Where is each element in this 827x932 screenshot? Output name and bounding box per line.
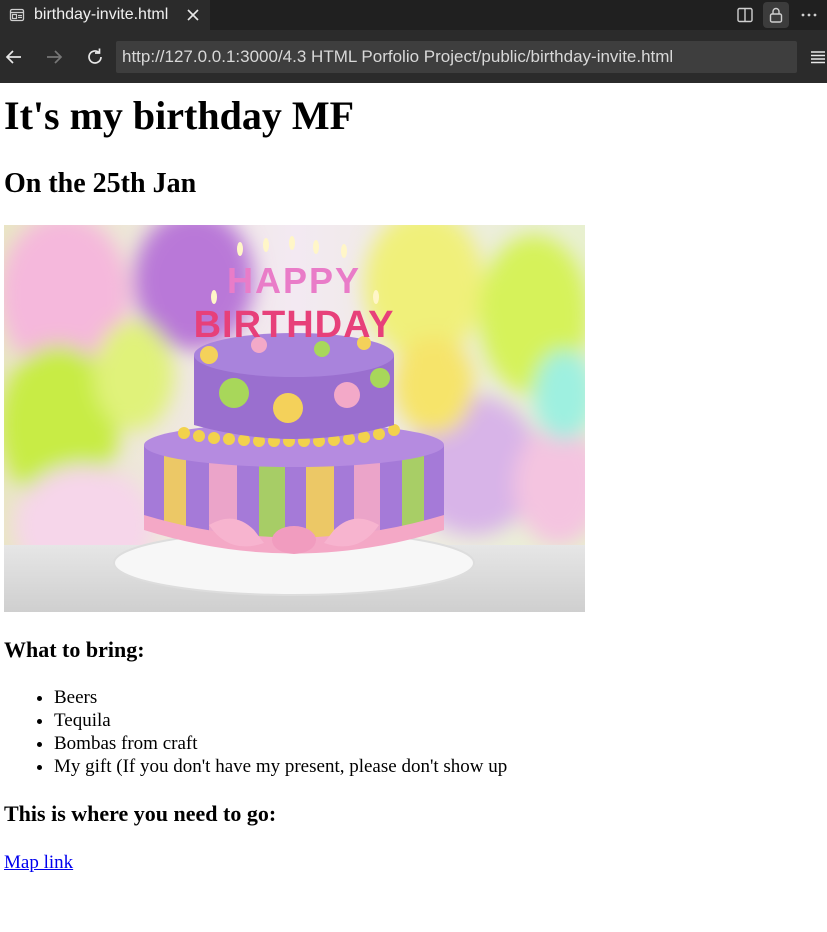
more-icon[interactable] xyxy=(796,2,822,28)
close-icon[interactable] xyxy=(183,5,203,25)
where-to-go-heading: This is where you need to go: xyxy=(4,801,277,826)
list-item: Beers xyxy=(54,686,507,709)
back-arrow-icon[interactable] xyxy=(1,44,27,70)
svg-text:BIRTHDAY: BIRTHDAY xyxy=(194,304,395,346)
split-view-icon[interactable] xyxy=(732,2,758,28)
list-item: Bombas from craft xyxy=(54,732,507,755)
lock-icon[interactable] xyxy=(763,2,789,28)
birthday-cake-image: HAPPY BIRTHDAY xyxy=(4,225,585,612)
page-icon xyxy=(8,6,26,24)
list-item: My gift (If you don't have my present, p… xyxy=(54,755,507,778)
what-to-bring-heading: What to bring: xyxy=(4,637,145,662)
list-item: Tequila xyxy=(54,709,507,732)
url-text[interactable]: http://127.0.0.1:3000/4.3 HTML Porfolio … xyxy=(122,47,673,67)
tab-title: birthday-invite.html xyxy=(34,6,169,23)
menu-icon[interactable] xyxy=(805,44,827,70)
tab-birthday-invite[interactable]: birthday-invite.html xyxy=(0,0,210,30)
page-subtitle: On the 25th Jan xyxy=(4,168,197,199)
svg-text:HAPPY: HAPPY xyxy=(227,260,361,301)
map-link[interactable]: Map link xyxy=(4,851,73,875)
tab-bar: birthday-invite.html xyxy=(0,0,827,30)
bring-list: Beers Tequila Bombas from craft My gift … xyxy=(4,686,507,778)
page-title: It's my birthday MF xyxy=(4,93,354,138)
forward-arrow-icon[interactable] xyxy=(41,44,67,70)
address-bar[interactable]: http://127.0.0.1:3000/4.3 HTML Porfolio … xyxy=(116,41,797,73)
reload-icon[interactable] xyxy=(82,44,108,70)
navigation-bar: http://127.0.0.1:3000/4.3 HTML Porfolio … xyxy=(0,30,827,83)
